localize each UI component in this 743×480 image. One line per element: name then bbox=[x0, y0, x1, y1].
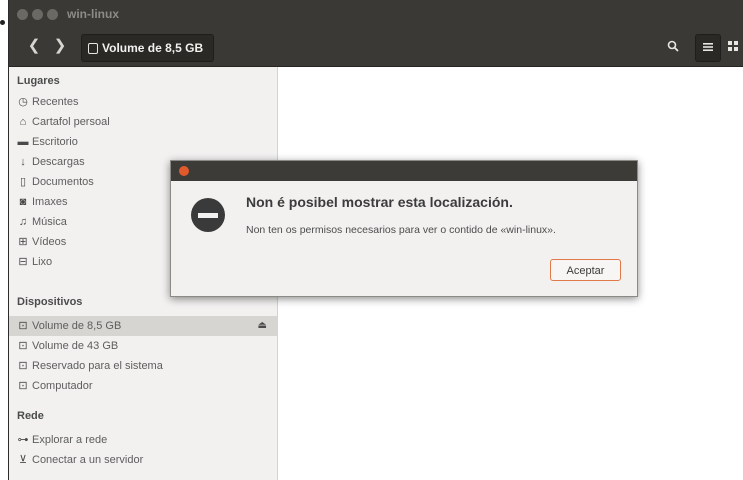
film-icon: ⊞ bbox=[18, 236, 28, 248]
document-icon: ▯ bbox=[19, 176, 27, 188]
sidebar-item-label: Reservado para el sistema bbox=[32, 360, 163, 372]
drive-icon: ⊡ bbox=[18, 340, 28, 352]
location-button[interactable]: Volume de 8,5 GB bbox=[81, 34, 215, 62]
grid-view-button[interactable] bbox=[721, 34, 743, 60]
section-header-network: Rede bbox=[17, 410, 44, 422]
sidebar-item-label: Música bbox=[32, 216, 67, 228]
drive-icon: ⊡ bbox=[18, 320, 28, 332]
sidebar-item-label: Explorar a rede bbox=[32, 434, 108, 446]
error-icon bbox=[191, 198, 225, 232]
sidebar-item-conectar-servidor[interactable]: ⊻ Conectar a un servidor bbox=[17, 450, 269, 470]
bullet-mark bbox=[0, 20, 5, 25]
sidebar-item-volume-8-5gb[interactable]: ⊡ Volume de 8,5 GB ⏏ bbox=[9, 316, 277, 336]
close-icon[interactable] bbox=[179, 166, 189, 176]
toolbar: ❮ ❯ Volume de 8,5 GB bbox=[9, 28, 743, 67]
drive-icon: ⊡ bbox=[18, 360, 28, 372]
window-minimize-button[interactable] bbox=[32, 9, 43, 20]
sidebar-item-label: Descargas bbox=[32, 156, 85, 168]
dialog-heading: Non é posibel mostrar esta localización. bbox=[246, 194, 513, 210]
sidebar-item-label: Volume de 43 GB bbox=[32, 340, 119, 352]
window-title: win-linux bbox=[67, 7, 119, 21]
accept-button[interactable]: Aceptar bbox=[550, 259, 621, 281]
desktop-folder-icon: ▬ bbox=[17, 136, 29, 148]
search-button[interactable] bbox=[661, 34, 685, 60]
camera-icon: ◙ bbox=[19, 196, 27, 208]
forward-button[interactable]: ❯ bbox=[49, 34, 71, 58]
network-icon: ⊶ bbox=[17, 434, 29, 446]
clock-icon: ◷ bbox=[18, 96, 28, 108]
trash-icon: ⊟ bbox=[18, 256, 28, 268]
window-maximize-button[interactable] bbox=[47, 9, 58, 20]
search-icon bbox=[667, 40, 679, 52]
location-label: Volume de 8,5 GB bbox=[102, 41, 204, 55]
sidebar-item-label: Conectar a un servidor bbox=[32, 454, 144, 466]
sidebar-item-label: Documentos bbox=[32, 176, 94, 188]
section-header-places: Lugares bbox=[17, 75, 60, 87]
section-header-devices: Dispositivos bbox=[17, 296, 83, 308]
home-icon: ⌂ bbox=[19, 116, 27, 128]
sidebar-item-computador[interactable]: ⊡ Computador bbox=[17, 376, 269, 396]
sidebar-item-reservado[interactable]: ⊡ Reservado para el sistema bbox=[17, 356, 269, 376]
sidebar-item-escritorio[interactable]: ▬ Escritorio bbox=[17, 132, 269, 152]
drive-icon bbox=[88, 43, 98, 54]
title-bar: win-linux bbox=[9, 0, 743, 28]
error-dialog: Non é posibel mostrar esta localización.… bbox=[170, 160, 638, 297]
drive-icon: ⊡ bbox=[18, 380, 28, 392]
eject-icon[interactable]: ⏏ bbox=[258, 316, 267, 336]
list-view-icon bbox=[703, 43, 713, 51]
sidebar-item-explorar-rede[interactable]: ⊶ Explorar a rede bbox=[17, 430, 269, 450]
sidebar-item-label: Escritorio bbox=[32, 136, 78, 148]
grid-view-icon bbox=[728, 41, 738, 51]
window-close-button[interactable] bbox=[17, 9, 28, 20]
chevron-right-icon: ❯ bbox=[53, 37, 67, 54]
sidebar-item-label: Computador bbox=[32, 380, 93, 392]
download-icon: ↓ bbox=[20, 156, 26, 168]
dialog-message: Non ten os permisos necesarios para ver … bbox=[246, 224, 556, 236]
music-icon: ♫ bbox=[18, 216, 28, 228]
back-button[interactable]: ❮ bbox=[23, 34, 45, 58]
sidebar-item-label: Imaxes bbox=[32, 196, 68, 208]
sidebar-item-label: Vídeos bbox=[32, 236, 67, 248]
list-view-button[interactable] bbox=[695, 34, 721, 62]
server-icon: ⊻ bbox=[18, 454, 28, 466]
sidebar-item-label: Volume de 8,5 GB bbox=[32, 320, 122, 332]
chevron-left-icon: ❮ bbox=[27, 37, 41, 54]
sidebar-item-recentes[interactable]: ◷ Recentes bbox=[17, 92, 269, 112]
dialog-title-bar bbox=[171, 161, 637, 181]
sidebar-item-home[interactable]: ⌂ Cartafol persoal bbox=[17, 112, 269, 132]
sidebar-item-label: Cartafol persoal bbox=[32, 116, 110, 128]
sidebar-item-label: Lixo bbox=[32, 256, 53, 268]
sidebar-item-label: Recentes bbox=[32, 96, 79, 108]
sidebar-item-volume-43gb[interactable]: ⊡ Volume de 43 GB bbox=[17, 336, 269, 356]
